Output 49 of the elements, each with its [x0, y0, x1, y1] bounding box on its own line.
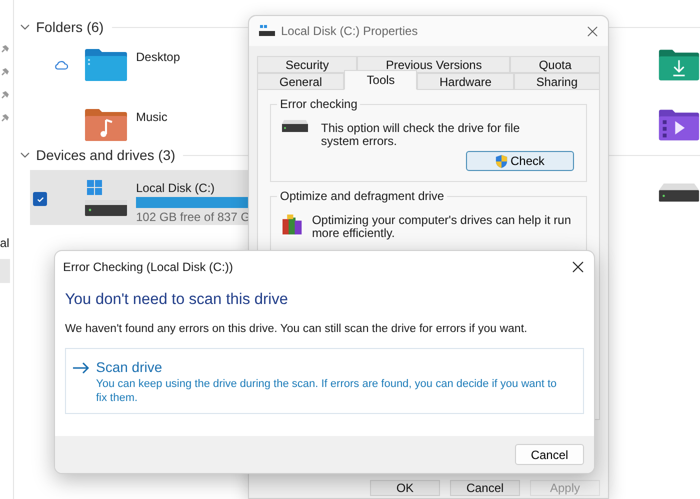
nav-item-label[interactable]: al	[0, 236, 10, 250]
drive-icon	[281, 119, 309, 133]
drive-icon[interactable]	[658, 182, 700, 204]
tab[interactable]: Hardware	[417, 73, 514, 90]
section-title: Folders (6)	[36, 19, 104, 35]
dialog-button[interactable]: OK	[370, 480, 440, 496]
section-title: Devices and drives (3)	[36, 147, 176, 163]
nav-selection	[0, 259, 10, 283]
checkbox[interactable]	[33, 192, 47, 206]
option-description: You can keep using the drive during the scan. If errors are found, you can decide if you want to fix them.	[96, 377, 558, 405]
scan-drive-option[interactable]: Scan drive You can keep using the drive during the scan. If errors are found, you can decide if you want to fix them.	[65, 348, 584, 414]
tab[interactable]: Sharing	[514, 73, 600, 90]
window-title: Error Checking (Local Disk (C:))	[63, 260, 234, 274]
tab[interactable]: General	[257, 73, 344, 90]
dialog-heading: You don't need to scan this drive	[65, 291, 289, 309]
close-icon[interactable]	[572, 261, 584, 273]
window-title: Local Disk (C:) Properties	[281, 24, 419, 38]
folder-icon[interactable]	[84, 48, 128, 82]
download-folder-icon[interactable]	[658, 48, 700, 82]
checkmark-icon	[36, 194, 44, 204]
close-icon[interactable]	[587, 26, 598, 36]
tab[interactable]: Previous Versions	[357, 56, 510, 73]
item-name: Desktop	[136, 50, 180, 64]
pin-icon[interactable]	[0, 44, 10, 54]
video-folder-icon[interactable]	[658, 108, 700, 142]
chevron-icon[interactable]	[20, 152, 30, 158]
drive-icon[interactable]	[84, 179, 128, 219]
group-description: Optimizing your computer's drives can help it run more efficiently.	[312, 214, 572, 240]
item-name: Local Disk (C:)	[136, 181, 216, 195]
tab[interactable]: Security	[257, 56, 358, 73]
drive-icon	[259, 25, 275, 37]
check-button[interactable]: Check	[466, 151, 574, 171]
option-title: Scan drive	[96, 359, 164, 375]
dialog-button[interactable]: Cancel	[450, 480, 520, 496]
cancel-button[interactable]: Cancel	[515, 444, 584, 465]
group-label: Error checking	[277, 97, 360, 111]
pin-icon[interactable]	[0, 90, 10, 100]
music-folder-icon[interactable]	[84, 108, 128, 142]
pin-icon[interactable]	[0, 67, 10, 77]
tab[interactable]: Tools	[344, 70, 418, 90]
pin-icon[interactable]	[0, 113, 10, 123]
dialog-message: We haven't found any errors on this drive. You can still scan the drive for errors if you want.	[65, 323, 528, 335]
arrow-icon	[72, 362, 90, 374]
tab[interactable]: Quota	[510, 56, 600, 73]
chevron-icon[interactable]	[20, 24, 30, 30]
item-name: Music	[136, 110, 168, 124]
shield-icon	[495, 154, 508, 168]
group-description: This option will check the drive for file system errors.	[321, 122, 521, 148]
group-label: Optimize and defragment drive	[277, 189, 448, 203]
